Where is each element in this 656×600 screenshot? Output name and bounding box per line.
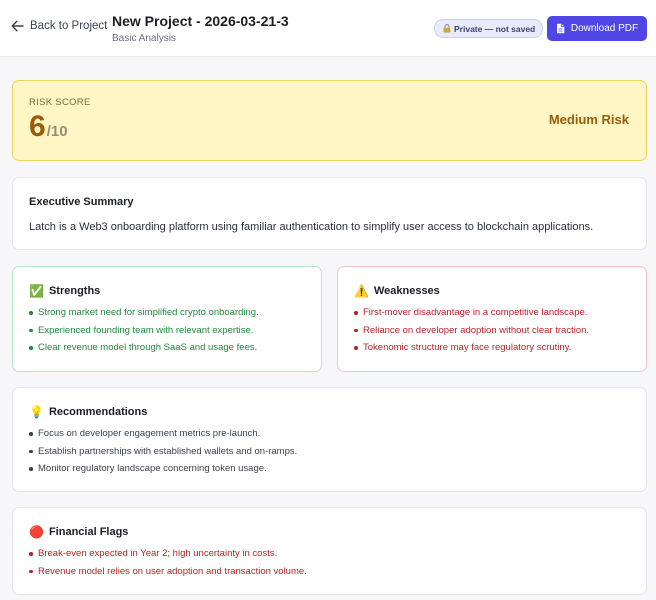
download-pdf-button[interactable]: Download PDF xyxy=(547,16,647,41)
top-bar: Back to Project New Project - 2026-03-21… xyxy=(0,0,656,57)
recommendations-card: 💡 Recommendations Focus on developer eng… xyxy=(12,387,647,492)
risk-score-number: 6 xyxy=(29,110,46,143)
list-item: Strong market need for simplified crypto… xyxy=(29,304,305,322)
privacy-badge-label: Private — not saved xyxy=(454,23,536,34)
list-item: Revenue model relies on user adoption an… xyxy=(29,563,630,581)
back-to-project-link[interactable]: Back to Project xyxy=(11,20,107,32)
risk-score-card: RISK SCORE 6 /10 Medium Risk xyxy=(12,80,647,161)
list-item: Break-even expected in Year 2; high unce… xyxy=(29,545,630,563)
page-subtitle: Basic Analysis xyxy=(112,33,176,44)
privacy-badge: Private — not saved xyxy=(434,19,544,38)
download-pdf-label: Download PDF xyxy=(570,23,639,34)
list-item: Tokenomic structure may face regulatory … xyxy=(354,339,630,357)
recommendations-list: Focus on developer engagement metrics pr… xyxy=(29,425,630,478)
strengths-title: ✅ Strengths xyxy=(29,284,305,298)
document-icon xyxy=(556,23,565,34)
executive-summary-text: Latch is a Web3 onboarding platform usin… xyxy=(29,221,594,233)
page-title: New Project - 2026-03-21-3 xyxy=(112,13,289,29)
red-circle-icon: 🔴 xyxy=(29,525,44,539)
warning-icon: ⚠️ xyxy=(354,284,369,298)
executive-summary-card: Executive Summary Latch is a Web3 onboar… xyxy=(12,177,647,250)
weaknesses-title-label: Weaknesses xyxy=(373,285,440,297)
list-item: Monitor regulatory landscape concerning … xyxy=(29,460,630,478)
risk-score-value: 6 /10 xyxy=(29,110,68,144)
lock-icon xyxy=(443,24,451,33)
strengths-card: ✅ Strengths Strong market need for simpl… xyxy=(12,266,322,372)
recommendations-title-label: Recommendations xyxy=(48,406,148,418)
financial-flags-title-label: Financial Flags xyxy=(48,526,129,538)
executive-summary-title: Executive Summary xyxy=(29,196,134,208)
list-item: Reliance on developer adoption without c… xyxy=(354,322,630,340)
list-item: Focus on developer engagement metrics pr… xyxy=(29,425,630,443)
light-bulb-icon: 💡 xyxy=(29,405,44,419)
risk-score-max: /10 xyxy=(46,123,68,140)
weaknesses-card: ⚠️ Weaknesses First-mover disadvantage i… xyxy=(337,266,647,372)
list-item: First-mover disadvantage in a competitiv… xyxy=(354,304,630,322)
strengths-list: Strong market need for simplified crypto… xyxy=(29,304,305,357)
risk-score-label: RISK SCORE xyxy=(29,97,91,108)
weaknesses-title: ⚠️ Weaknesses xyxy=(354,284,630,298)
arrow-left-icon xyxy=(11,20,24,32)
financial-flags-card: 🔴 Financial Flags Break-even expected in… xyxy=(12,507,647,595)
list-item: Experienced founding team with relevant … xyxy=(29,322,305,340)
strengths-title-label: Strengths xyxy=(48,285,101,297)
weaknesses-list: First-mover disadvantage in a competitiv… xyxy=(354,304,630,357)
risk-level: Medium Risk xyxy=(548,112,629,127)
financial-flags-list: Break-even expected in Year 2; high unce… xyxy=(29,545,630,580)
list-item: Clear revenue model through SaaS and usa… xyxy=(29,339,305,357)
financial-flags-title: 🔴 Financial Flags xyxy=(29,525,630,539)
page-heading: New Project - 2026-03-21-3 Basic Analysi… xyxy=(112,13,289,44)
list-item: Establish partnerships with established … xyxy=(29,443,630,461)
check-mark-icon: ✅ xyxy=(29,284,44,298)
back-label: Back to Project xyxy=(30,20,108,32)
recommendations-title: 💡 Recommendations xyxy=(29,405,630,419)
